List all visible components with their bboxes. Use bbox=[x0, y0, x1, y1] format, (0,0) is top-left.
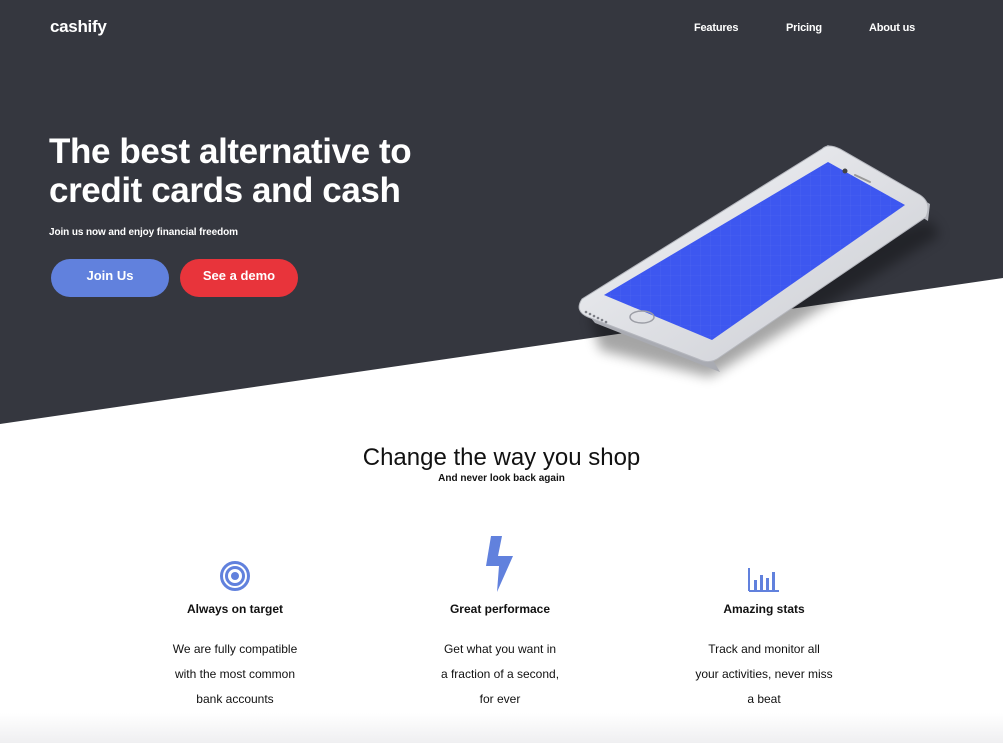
feature-description: We are fully compatible with the most co… bbox=[135, 637, 335, 712]
feature-description-line: bank accounts bbox=[196, 692, 274, 706]
lightning-bolt-icon bbox=[486, 536, 513, 592]
feature-description: Get what you want in a fraction of a sec… bbox=[400, 637, 600, 712]
feature-description-line: your activities, never miss bbox=[695, 667, 833, 681]
hero-headline-line-1: The best alternative to bbox=[49, 132, 412, 171]
nav-about-us[interactable]: About us bbox=[869, 22, 915, 34]
feature-description-line: a beat bbox=[747, 692, 781, 706]
feature-description-line: with the most common bbox=[174, 667, 296, 681]
feature-title: Always on target bbox=[186, 602, 284, 616]
hero-subheadline: Join us now and enjoy financial freedom bbox=[49, 227, 238, 238]
phone-mockup-image bbox=[578, 145, 940, 377]
bar-chart-icon bbox=[748, 568, 779, 592]
feature-description-line: for ever bbox=[479, 692, 521, 706]
feature-description-line: We are fully compatible bbox=[172, 642, 298, 656]
hero-headline: The best alternative to credit cards and… bbox=[49, 132, 469, 210]
feature-always-on-target: Always on target We are fully compatible… bbox=[135, 530, 335, 712]
nav-features[interactable]: Features bbox=[694, 22, 738, 34]
join-us-button[interactable]: Join Us bbox=[51, 259, 169, 297]
feature-description: Track and monitor all your activities, n… bbox=[664, 637, 864, 712]
section-divider bbox=[0, 713, 1003, 743]
feature-description-line: Get what you want in bbox=[443, 642, 557, 656]
logo[interactable]: cashify bbox=[50, 17, 107, 37]
feature-description-line: Track and monitor all bbox=[708, 642, 820, 656]
feature-title: Amazing stats bbox=[723, 602, 805, 616]
nav-pricing[interactable]: Pricing bbox=[786, 22, 822, 34]
feature-title: Great performace bbox=[449, 602, 551, 616]
target-icon bbox=[220, 561, 250, 591]
section-subtitle: And never look back again bbox=[438, 473, 565, 484]
hero-headline-line-2: credit cards and cash bbox=[49, 171, 401, 210]
section-title: Change the way you shop bbox=[362, 444, 641, 471]
feature-description-line: a fraction of a second, bbox=[440, 667, 560, 681]
see-demo-button[interactable]: See a demo bbox=[180, 259, 298, 297]
feature-great-performance: Great performace Get what you want in a … bbox=[400, 530, 600, 712]
feature-amazing-stats: Amazing stats Track and monitor all your… bbox=[664, 530, 864, 712]
